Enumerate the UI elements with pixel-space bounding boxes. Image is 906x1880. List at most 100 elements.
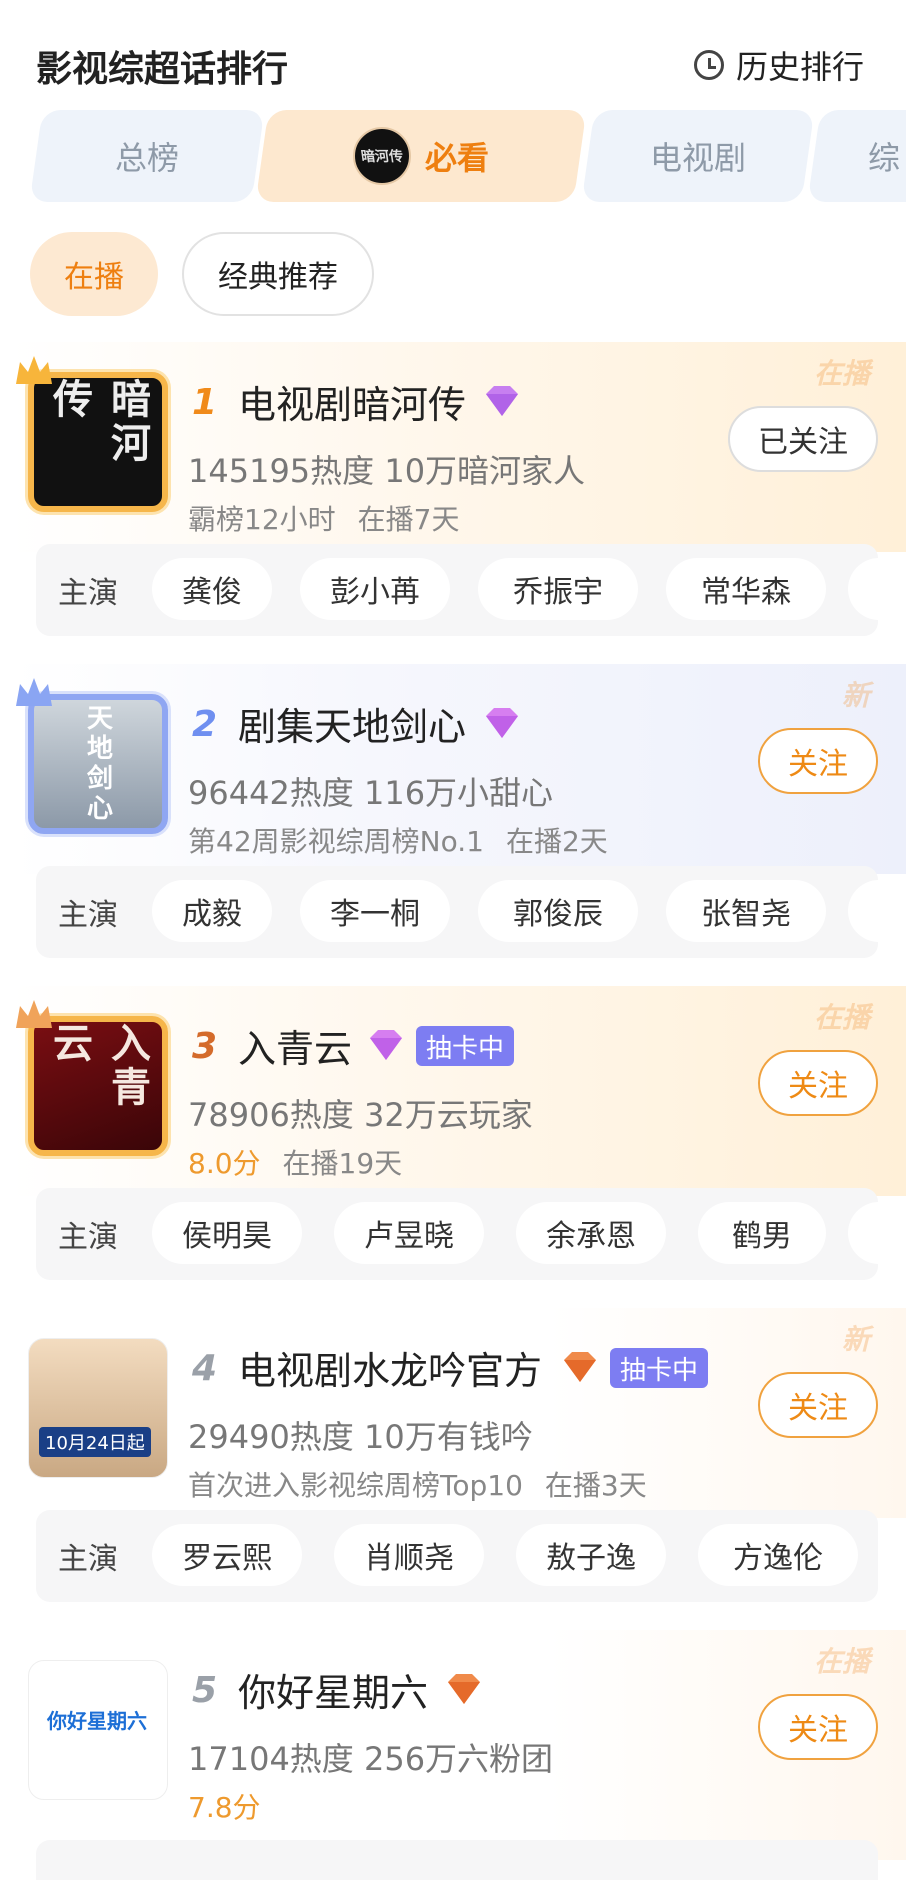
status-mark: 在播 bbox=[813, 1645, 870, 1678]
meta-primary: 霸榜12小时 bbox=[188, 503, 336, 536]
page-title: 影视综超话排行 bbox=[36, 49, 289, 90]
filter-airing[interactable]: 在播 bbox=[30, 232, 158, 316]
rank-number: 1 bbox=[192, 382, 218, 423]
poster[interactable]: 暗河传 bbox=[28, 372, 168, 512]
cast-row: 主演 龚俊 彭小苒 乔振宇 常华森 bbox=[36, 544, 878, 636]
actor-chip[interactable]: 罗云熙 bbox=[152, 1524, 302, 1586]
rank-number: 2 bbox=[192, 704, 218, 745]
history-ranking-button[interactable]: 历史排行 bbox=[693, 42, 864, 88]
cast-label: 主演 bbox=[58, 576, 118, 611]
actor-chip-more[interactable] bbox=[848, 558, 878, 620]
actor-chip[interactable]: 成毅 bbox=[152, 880, 272, 942]
meta-airing: 在播2天 bbox=[505, 825, 608, 858]
crown-icon bbox=[14, 998, 54, 1032]
actor-chip[interactable]: 常华森 bbox=[666, 558, 826, 620]
heat-stats: 145195热度 10万暗河家人 bbox=[188, 452, 586, 490]
filter-chips: 在播 经典推荐 bbox=[30, 232, 374, 316]
heat-stats: 29490热度 10万有钱吟 bbox=[188, 1418, 533, 1456]
cast-row: 主演 侯明昊 卢昱晓 余承恩 鹤男 bbox=[36, 1188, 878, 1280]
vip-diamond-icon bbox=[444, 1672, 484, 1706]
follow-button[interactable]: 关注 bbox=[758, 728, 878, 794]
actor-chip-more[interactable] bbox=[848, 1202, 878, 1264]
meta-line: 霸榜12小时 在播7天 bbox=[188, 498, 459, 538]
tab-avatar-text: 暗河传 bbox=[360, 149, 405, 165]
actor-chip[interactable]: 李一桐 bbox=[300, 880, 450, 942]
follow-button[interactable]: 关注 bbox=[758, 1050, 878, 1116]
actor-chip[interactable]: 方逸伦 bbox=[698, 1524, 858, 1586]
meta-line: 第42周影视综周榜No.1 在播2天 bbox=[188, 820, 608, 860]
meta-primary: 第42周影视综周榜No.1 bbox=[188, 825, 484, 858]
meta-line: 8.0分 在播19天 bbox=[188, 1142, 402, 1182]
cast-label: 主演 bbox=[58, 1542, 118, 1577]
actor-chip[interactable]: 张智尧 bbox=[666, 880, 826, 942]
actor-chip[interactable]: 郭俊辰 bbox=[478, 880, 638, 942]
actor-chip[interactable]: 彭小苒 bbox=[300, 558, 450, 620]
crown-icon bbox=[14, 676, 54, 710]
meta-line: 首次进入影视综周榜Top10 在播3天 bbox=[188, 1464, 647, 1504]
tab-must-watch[interactable]: 暗河传 必看 bbox=[255, 110, 587, 202]
show-name[interactable]: 剧集天地剑心 bbox=[238, 696, 466, 751]
tab-label: 综 bbox=[867, 139, 900, 177]
crown-icon bbox=[14, 354, 54, 388]
actor-chip[interactable]: 龚俊 bbox=[152, 558, 272, 620]
actor-chip[interactable]: 鹤男 bbox=[698, 1202, 826, 1264]
meta-airing: 在播3天 bbox=[544, 1469, 647, 1502]
actor-chip[interactable]: 乔振宇 bbox=[478, 558, 638, 620]
actor-chip[interactable]: 敖子逸 bbox=[516, 1524, 666, 1586]
vip-diamond-icon bbox=[482, 384, 522, 418]
tab-tv-series[interactable]: 电视剧 bbox=[581, 110, 815, 202]
poster-title: 你好星期六 bbox=[47, 1709, 147, 1733]
follow-button[interactable]: 关注 bbox=[758, 1372, 878, 1438]
actor-chip-more[interactable] bbox=[848, 880, 878, 942]
score: 8.0分 bbox=[188, 1147, 261, 1180]
cast-row-partial bbox=[36, 1840, 878, 1880]
meta-line: 7.8分 bbox=[188, 1786, 261, 1826]
tab-avatar: 暗河传 bbox=[352, 127, 411, 185]
show-name[interactable]: 电视剧暗河传 bbox=[238, 374, 466, 429]
poster[interactable]: 天地剑心 bbox=[28, 694, 168, 834]
rank-number: 5 bbox=[192, 1670, 218, 1711]
rank-number: 4 bbox=[192, 1348, 218, 1389]
cast-row: 主演 罗云熙 肖顺尧 敖子逸 方逸伦 bbox=[36, 1510, 878, 1602]
heat-stats: 78906热度 32万云玩家 bbox=[188, 1096, 533, 1134]
meta-airing: 在播7天 bbox=[357, 503, 460, 536]
rank-number: 3 bbox=[192, 1026, 218, 1067]
show-name[interactable]: 电视剧水龙吟官方 bbox=[238, 1340, 542, 1395]
draw-card-badge: 抽卡中 bbox=[610, 1348, 709, 1388]
actor-chip[interactable]: 肖顺尧 bbox=[334, 1524, 484, 1586]
filter-classic[interactable]: 经典推荐 bbox=[182, 232, 374, 316]
follow-button[interactable]: 关注 bbox=[758, 1694, 878, 1760]
actor-chip[interactable]: 余承恩 bbox=[516, 1202, 666, 1264]
poster[interactable]: 你好星期六 bbox=[28, 1660, 168, 1800]
status-mark: 在播 bbox=[813, 357, 870, 390]
status-mark: 新 bbox=[841, 679, 870, 712]
following-button[interactable]: 已关注 bbox=[728, 406, 878, 472]
score: 7.8分 bbox=[188, 1791, 261, 1824]
cast-row: 主演 成毅 李一桐 郭俊辰 张智尧 bbox=[36, 866, 878, 958]
poster-title: 10月24日起 bbox=[39, 1427, 151, 1457]
tab-variety[interactable]: 综 bbox=[807, 110, 906, 202]
tab-label: 总榜 bbox=[114, 139, 179, 177]
vip-diamond-icon bbox=[560, 1350, 600, 1384]
meta-airing: 在播19天 bbox=[282, 1147, 403, 1180]
vip-diamond-icon bbox=[366, 1028, 406, 1062]
show-name[interactable]: 你好星期六 bbox=[238, 1662, 428, 1717]
vip-diamond-icon bbox=[482, 706, 522, 740]
actor-chip[interactable]: 侯明昊 bbox=[152, 1202, 302, 1264]
clock-icon bbox=[693, 50, 724, 80]
poster[interactable]: 10月24日起 bbox=[28, 1338, 168, 1478]
cast-label: 主演 bbox=[58, 898, 118, 933]
cast-label: 主演 bbox=[58, 1220, 118, 1255]
draw-card-badge: 抽卡中 bbox=[416, 1026, 515, 1066]
actor-chip[interactable]: 卢昱晓 bbox=[334, 1202, 484, 1264]
meta-primary: 首次进入影视综周榜Top10 bbox=[188, 1469, 523, 1502]
status-mark: 在播 bbox=[813, 1001, 870, 1034]
tab-overall[interactable]: 总榜 bbox=[29, 110, 265, 202]
show-name[interactable]: 入青云 bbox=[238, 1018, 352, 1073]
poster[interactable]: 入青云 bbox=[28, 1016, 168, 1156]
top-bar: 影视综超话排行 历史排行 bbox=[0, 0, 906, 110]
status-mark: 新 bbox=[841, 1323, 870, 1356]
tab-label: 电视剧 bbox=[649, 139, 746, 177]
history-ranking-label: 历史排行 bbox=[735, 48, 864, 86]
category-tabs: 总榜 暗河传 必看 电视剧 综 bbox=[0, 110, 906, 205]
